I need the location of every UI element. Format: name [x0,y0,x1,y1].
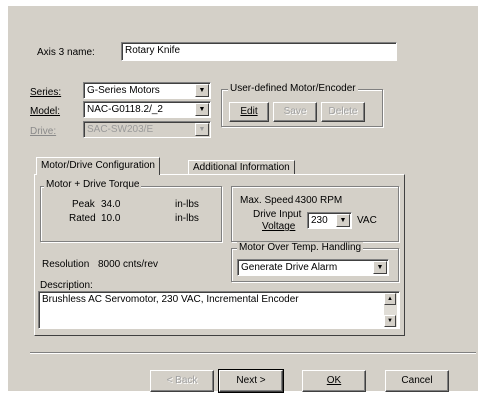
rated-unit: in-lbs [175,213,199,224]
drive-value: SAC-SW203/E [87,124,154,135]
description-text[interactable]: Brushless AC Servomotor, 230 VAC, Increm… [38,291,400,329]
scroll-down-icon[interactable]: ▼ [384,315,396,327]
next-label: Next > [236,375,266,386]
voltage-value: 230 [311,215,328,226]
edit-label: Edit [240,106,258,117]
chevron-down-icon[interactable]: ▼ [195,84,209,97]
voltage-unit: VAC [357,215,377,226]
edit-button[interactable]: Edit [229,102,269,122]
tab-motor-drive-configuration[interactable]: Motor/Drive Configuration [36,157,160,175]
torque-title: Motor + Drive Torque [44,179,142,191]
overtemp-select[interactable]: Generate Drive Alarm ▼ [237,259,389,276]
chevron-down-icon[interactable]: ▼ [336,214,350,227]
max-speed-value: 4300 RPM [295,195,343,206]
save-button[interactable]: Save [273,102,317,122]
model-label: Model: [30,106,61,117]
peak-label: Peak [72,199,95,210]
rated-value: 10.0 [101,213,121,224]
axis-name-input[interactable]: Rotary Knife [121,42,397,61]
description-value: Brushless AC Servomotor, 230 VAC, Increm… [42,294,299,305]
rated-label: Rated [69,213,96,224]
resolution-value: 8000 cnts/rev [98,259,159,270]
overtemp-title: Motor Over Temp. Handling [237,242,364,254]
ok-label: OK [326,375,342,386]
peak-unit: in-lbs [175,199,199,210]
overtemp-value: Generate Drive Alarm [241,262,338,273]
ok-button[interactable]: OK [302,370,366,392]
cancel-button[interactable]: Cancel [385,370,449,392]
chevron-down-icon: ▼ [195,123,209,136]
model-value: NAC-G0118.2/_2 [87,104,163,115]
delete-label: Delete [328,106,358,117]
series-select[interactable]: G-Series Motors ▼ [83,82,211,99]
series-value: G-Series Motors [87,85,160,96]
chevron-down-icon[interactable]: ▼ [195,103,209,116]
footer-separator [30,352,476,354]
back-button[interactable]: < Back [150,370,214,392]
axis-name-label: Axis 3 name: [37,47,95,58]
next-button[interactable]: Next > [218,369,284,393]
drive-select[interactable]: SAC-SW203/E ▼ [83,121,211,138]
model-select[interactable]: NAC-G0118.2/_2 ▼ [83,101,211,118]
motor-config-dialog: Axis 3 name: Rotary Knife Series: G-Seri… [8,6,478,393]
user-defined-title: User-defined Motor/Encoder [228,83,358,95]
scroll-up-icon[interactable]: ▲ [384,293,396,305]
max-speed-label: Max. Speed [240,195,294,206]
resolution-label: Resolution [42,259,90,270]
tab-additional-information[interactable]: Additional Information [188,160,295,175]
peak-value: 34.0 [101,199,121,210]
description-scrollbar[interactable]: ▲ ▼ [384,293,397,327]
drive-input-label: Drive Input [253,209,302,220]
delete-button[interactable]: Delete [321,102,365,122]
series-label: Series: [30,87,62,98]
chevron-down-icon[interactable]: ▼ [373,261,387,274]
cancel-label: Cancel [401,375,433,386]
voltage-label: Voltage [262,221,296,232]
back-label: < Back [166,375,198,386]
voltage-select[interactable]: 230 ▼ [307,212,352,229]
save-label: Save [283,106,307,117]
drive-label: Drive: [30,126,57,137]
